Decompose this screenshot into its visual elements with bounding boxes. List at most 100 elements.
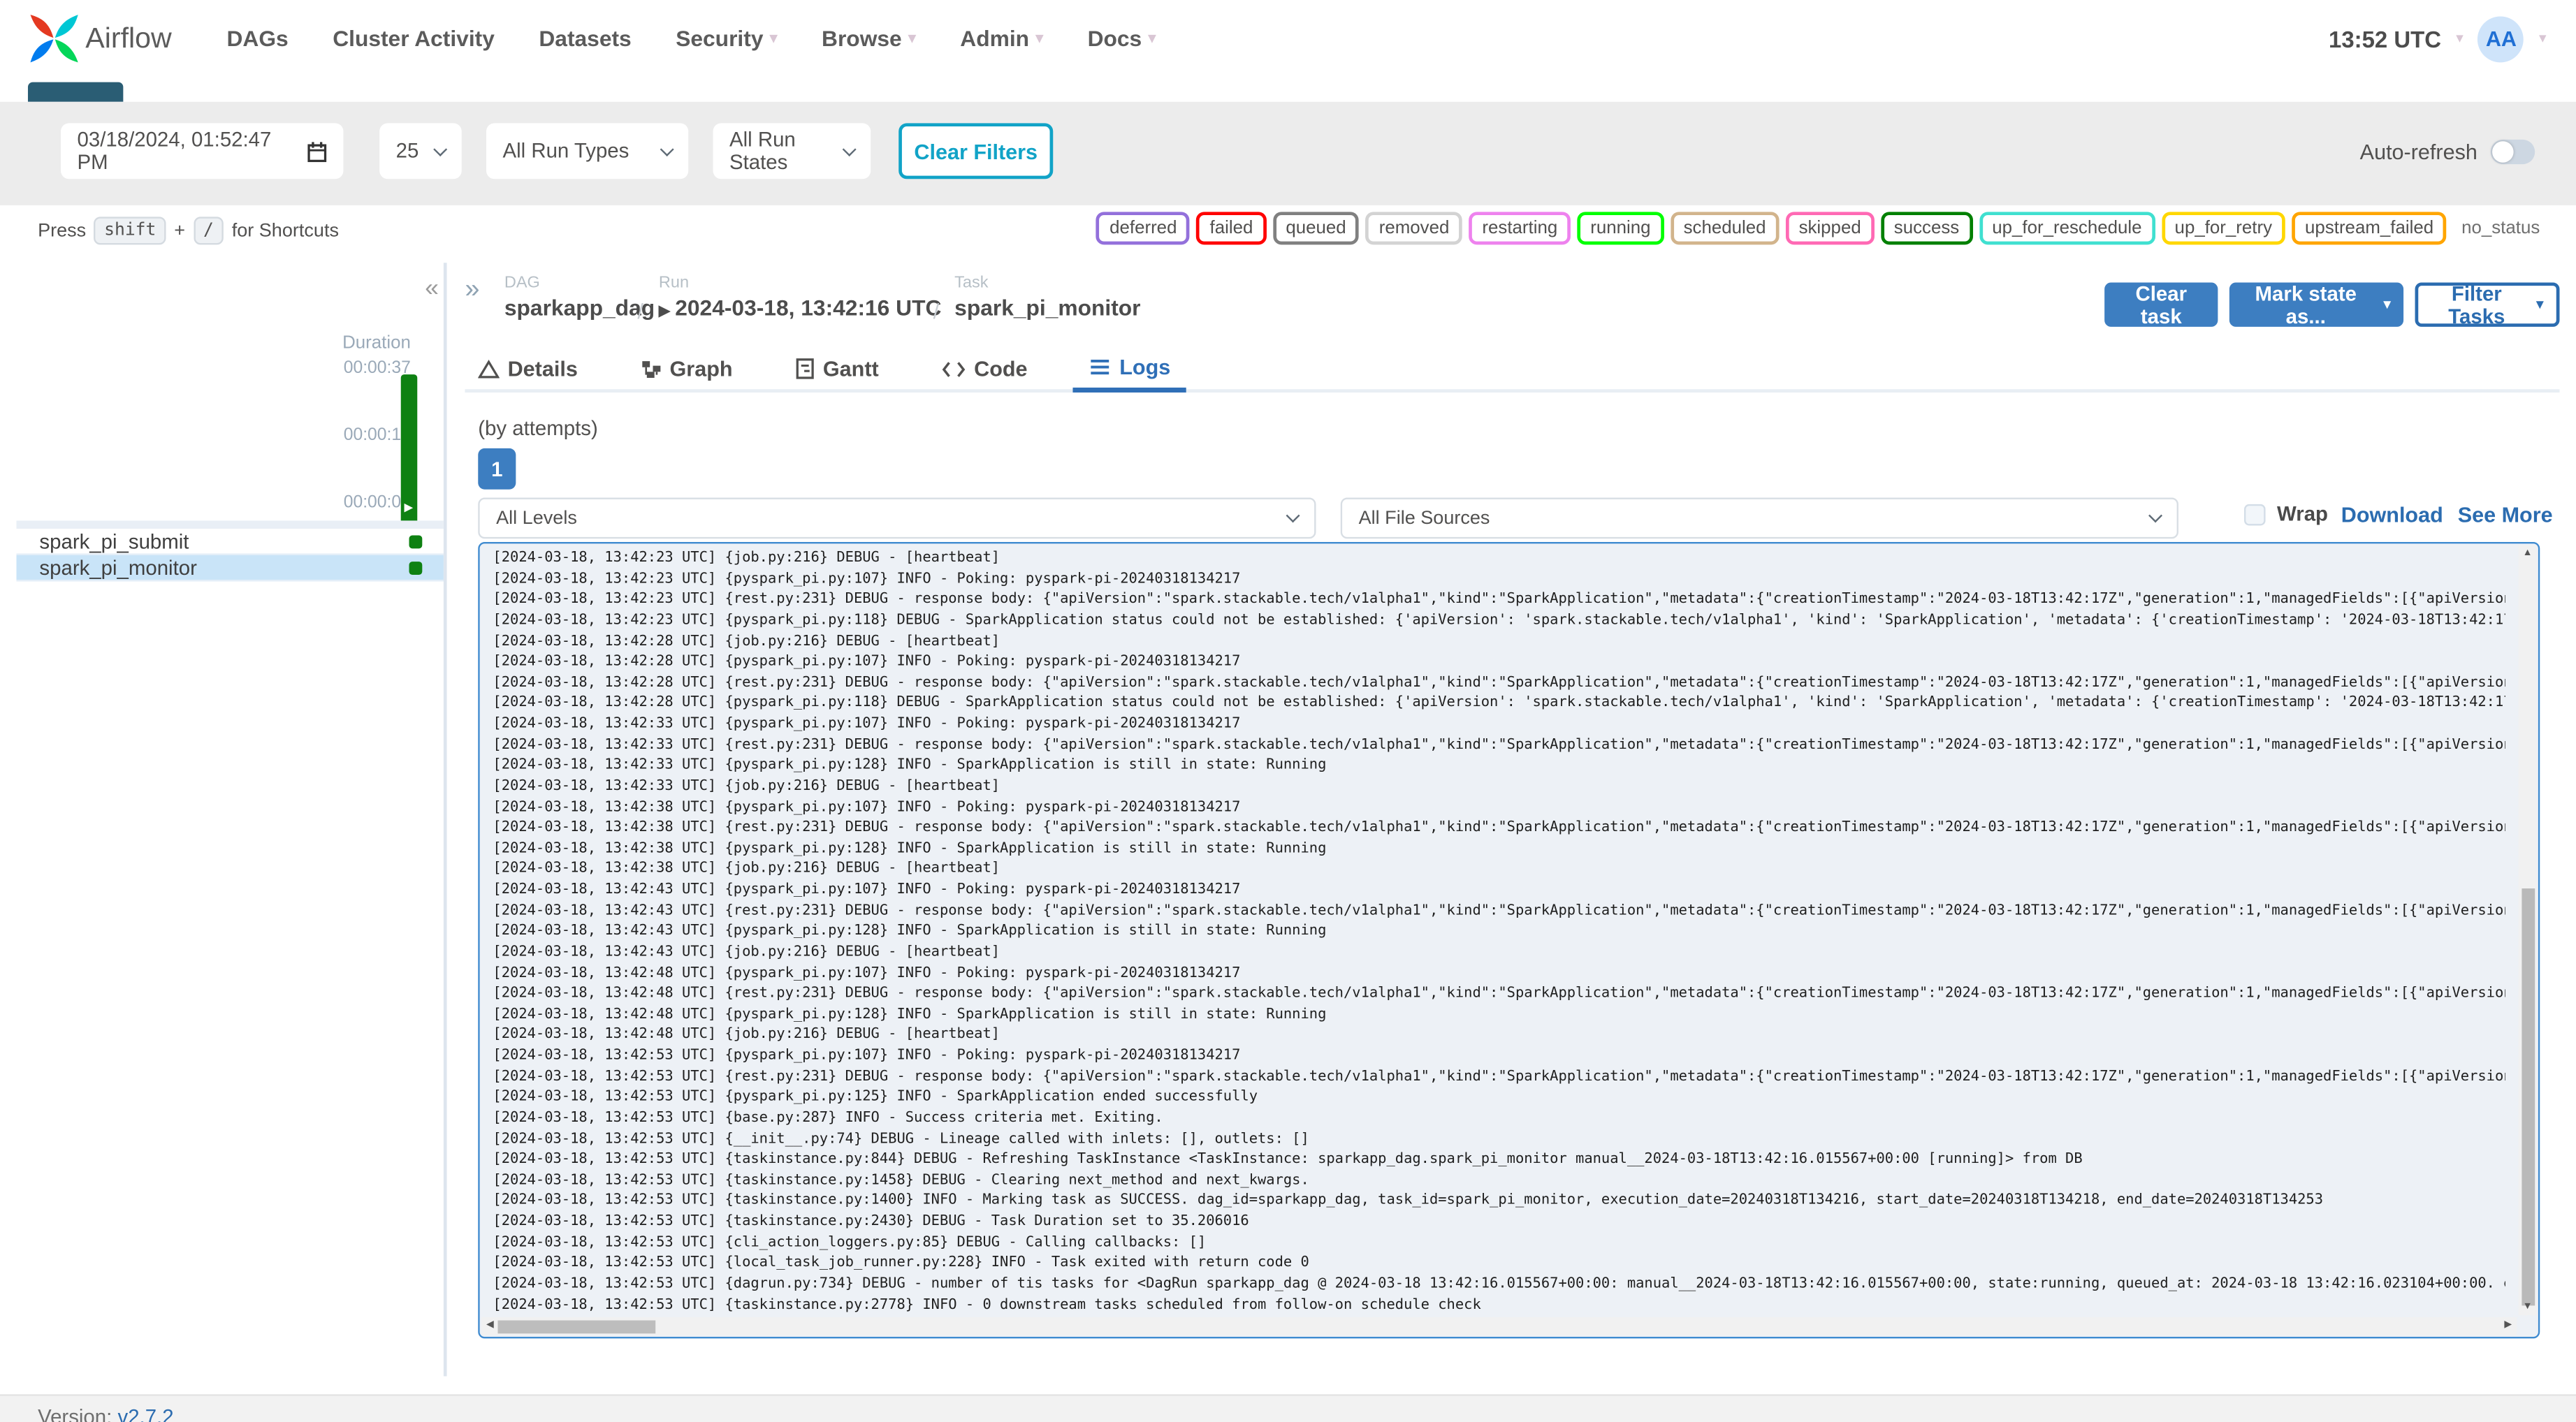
clear-task-button[interactable]: Clear task — [2104, 281, 2218, 328]
nav-item-label: Browse — [822, 26, 902, 51]
clock[interactable]: 13:52 UTC — [2329, 25, 2441, 52]
breadcrumb-task-label: Task — [954, 274, 989, 293]
task-row-spark-pi-monitor[interactable]: spark_pi_monitor — [16, 555, 444, 582]
tab-logs[interactable]: Logs — [1073, 345, 1187, 393]
wrap-checkbox[interactable] — [2244, 504, 2266, 526]
file-sources-value: All File Sources — [1358, 508, 1490, 528]
tab-label: Code — [974, 356, 1028, 381]
scroll-up-icon[interactable]: ▲ — [2519, 548, 2537, 558]
breadcrumb-task-value[interactable]: spark_pi_monitor — [954, 295, 1140, 320]
task-sidebar: « Duration 00:00:37 00:00:18 00:00:00 ▶ … — [16, 263, 444, 1379]
status-badge-up-for-retry[interactable]: up_for_retry — [2161, 212, 2285, 245]
tab-graph[interactable]: Graph — [624, 345, 749, 393]
nav-item-cluster-activity[interactable]: Cluster Activity — [333, 27, 495, 51]
log-line: [2024-03-18, 13:42:28 UTC] {pyspark_pi.p… — [493, 654, 1241, 670]
status-badge-scheduled[interactable]: scheduled — [1670, 212, 1780, 245]
duration-header: Duration — [342, 333, 411, 353]
log-vertical-scrollbar[interactable]: ▲ ▼ — [2518, 545, 2537, 1316]
nav-item-security[interactable]: Security ▾ — [676, 27, 777, 51]
airflow-logo-icon[interactable] — [28, 10, 80, 67]
nav-item-docs[interactable]: Docs ▾ — [1088, 27, 1156, 51]
status-badge-removed[interactable]: removed — [1365, 212, 1463, 245]
run-states-select[interactable]: All Run States — [713, 123, 871, 179]
tab-code[interactable]: Code — [925, 345, 1044, 393]
log-horizontal-scrollbar[interactable]: ◀ ▶ — [481, 1317, 2517, 1335]
scroll-down-icon[interactable]: ▼ — [2519, 1303, 2537, 1312]
breadcrumb-run-value[interactable]: ▶ 2024-03-18, 13:42:16 UTC — [659, 295, 941, 320]
status-badge-skipped[interactable]: skipped — [1785, 212, 1875, 245]
nav-item-datasets[interactable]: Datasets — [539, 27, 631, 51]
gantt-icon — [795, 358, 815, 380]
clock-chevron-down-icon[interactable]: ▾ — [2456, 29, 2464, 47]
brand-name[interactable]: Airflow — [85, 22, 171, 56]
chevron-down-icon — [2148, 508, 2163, 523]
filter-tasks-button[interactable]: Filter Tasks ▼ — [2415, 281, 2560, 328]
avatar[interactable]: AA — [2478, 15, 2524, 62]
status-badge-success[interactable]: success — [1880, 212, 1973, 245]
file-sources-select[interactable]: All File Sources — [1340, 497, 2178, 539]
status-badge-queued[interactable]: queued — [1272, 212, 1360, 245]
log-levels-select[interactable]: All Levels — [478, 497, 1316, 539]
log-line: [2024-03-18, 13:42:38 UTC] {pyspark_pi.p… — [493, 840, 1327, 857]
clear-filters-button[interactable]: Clear Filters — [898, 123, 1054, 179]
filter-tasks-label: Filter Tasks — [2448, 281, 2505, 328]
duration-bar[interactable] — [400, 374, 418, 525]
chevron-down-icon: ▾ — [908, 29, 916, 46]
horizontal-scroll-thumb[interactable] — [497, 1319, 656, 1333]
status-badge-up-for-reschedule[interactable]: up_for_reschedule — [1979, 212, 2155, 245]
log-line: [2024-03-18, 13:42:53 UTC] {cli_action_l… — [493, 1234, 1207, 1251]
version-link[interactable]: v2.7.2 — [117, 1406, 173, 1422]
nav-item-label: DAGs — [226, 26, 289, 51]
chevron-down-icon: ▾ — [769, 29, 778, 46]
user-chevron-down-icon[interactable]: ▾ — [2539, 29, 2547, 47]
log-line: [2024-03-18, 13:42:33 UTC] {job.py:216} … — [493, 778, 1000, 795]
status-badge-failed[interactable]: failed — [1196, 212, 1267, 245]
download-link[interactable]: Download — [2341, 503, 2443, 527]
status-badge-upstream-failed[interactable]: upstream_failed — [2292, 212, 2447, 245]
vertical-scroll-thumb[interactable] — [2521, 888, 2535, 1306]
collapse-sidebar-icon[interactable]: « — [425, 276, 439, 300]
run-date-value: 03/18/2024, 01:52:47 PM — [77, 128, 272, 175]
navbar-right: 13:52 UTC ▾ AA ▾ — [2329, 0, 2547, 78]
status-badge-running[interactable]: running — [1577, 212, 1664, 245]
mark-state-button[interactable]: Mark state as... ▼ — [2229, 281, 2404, 328]
log-line: [2024-03-18, 13:42:53 UTC] {taskinstance… — [493, 1213, 1249, 1231]
page-size-select[interactable]: 25 — [379, 123, 462, 179]
auto-refresh-toggle[interactable] — [2490, 138, 2535, 163]
log-line: [2024-03-18, 13:42:48 UTC] {pyspark_pi.p… — [493, 965, 1241, 981]
breadcrumb-expand-icon[interactable]: » — [465, 277, 479, 304]
nav-item-dags[interactable]: DAGs — [226, 27, 288, 51]
run-types-select[interactable]: All Run Types — [486, 123, 689, 179]
auto-refresh-label: Auto-refresh — [2359, 138, 2477, 163]
nav-item-admin[interactable]: Admin ▾ — [960, 27, 1043, 51]
scroll-left-icon[interactable]: ◀ — [486, 1319, 494, 1331]
sidebar-divider[interactable] — [443, 263, 447, 1377]
log-line: [2024-03-18, 13:42:53 UTC] {__init__.py:… — [493, 1130, 1309, 1148]
breadcrumb-run-label: Run — [658, 274, 690, 293]
run-date-input[interactable]: 03/18/2024, 01:52:47 PM — [61, 123, 344, 179]
log-line: [2024-03-18, 13:42:48 UTC] {pyspark_pi.p… — [493, 1006, 1327, 1023]
status-badge-deferred[interactable]: deferred — [1096, 212, 1191, 245]
task-status-square — [409, 534, 423, 548]
mark-state-label: Mark state as... — [2255, 281, 2357, 328]
scroll-right-icon[interactable]: ▶ — [2504, 1319, 2512, 1331]
task-row-spark-pi-submit[interactable]: spark_pi_submit — [16, 529, 444, 555]
see-more-link[interactable]: See More — [2458, 503, 2553, 527]
by-attempts-label: (by attempts) — [478, 417, 598, 441]
log-line: [2024-03-18, 13:42:43 UTC] {pyspark_pi.p… — [493, 923, 1327, 940]
breadcrumb-dag-value[interactable]: sparkapp_dag — [504, 295, 655, 320]
log-line: [2024-03-18, 13:42:43 UTC] {pyspark_pi.p… — [493, 881, 1241, 899]
tab-label: Details — [507, 356, 578, 381]
airflow-grid-page: Airflow DAGs Cluster Activity Datasets Secu… — [0, 0, 2576, 1422]
shift-key: shift — [94, 217, 166, 245]
tab-details[interactable]: Details — [462, 345, 595, 393]
attempt-1-button[interactable]: 1 — [478, 448, 516, 490]
shortcut-suffix: for Shortcuts — [231, 221, 340, 241]
log-levels-value: All Levels — [496, 508, 577, 528]
nav-item-label: Docs — [1087, 26, 1142, 51]
nav-item-browse[interactable]: Browse ▾ — [822, 27, 916, 51]
status-badge-restarting[interactable]: restarting — [1469, 212, 1571, 245]
tab-gantt[interactable]: Gantt — [778, 345, 895, 393]
log-line: [2024-03-18, 13:42:53 UTC] {taskinstance… — [493, 1296, 1481, 1312]
status-label-no-status: no_status — [2461, 218, 2540, 238]
